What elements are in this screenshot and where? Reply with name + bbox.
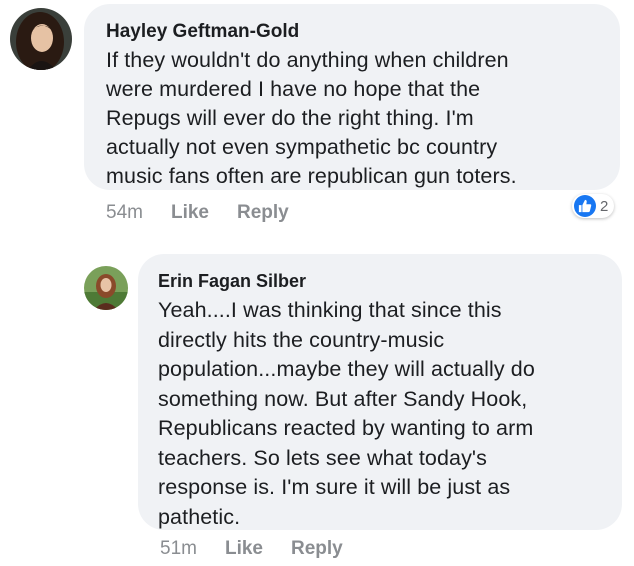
comment-author[interactable]: Erin Fagan Silber [158, 266, 602, 296]
profile-photo-icon [84, 266, 128, 310]
reply-button[interactable]: Reply [237, 202, 289, 224]
comment-text: If they wouldn't do anything when childr… [106, 48, 517, 188]
commenter-avatar[interactable] [84, 266, 128, 310]
reply-button[interactable]: Reply [291, 538, 343, 560]
commenter-avatar[interactable] [10, 8, 72, 70]
comment-text: Yeah....I was thinking that since this d… [158, 298, 535, 529]
comment-actions: 51m Like Reply [160, 538, 343, 560]
like-button[interactable]: Like [171, 202, 209, 224]
comment-author[interactable]: Hayley Geftman-Gold [106, 18, 598, 46]
reply-bubble: Erin Fagan Silber Yeah....I was thinking… [138, 254, 622, 530]
comment-timestamp[interactable]: 54m [106, 202, 143, 224]
thumbs-up-icon [574, 195, 596, 217]
comment-timestamp[interactable]: 51m [160, 538, 197, 560]
comment-actions: 54m Like Reply [106, 202, 289, 224]
reaction-count: 2 [600, 197, 609, 215]
profile-photo-icon [10, 8, 72, 70]
like-button[interactable]: Like [225, 538, 263, 560]
comment-bubble: Hayley Geftman-Gold If they wouldn't do … [84, 4, 620, 190]
reaction-summary[interactable]: 2 [572, 194, 615, 218]
